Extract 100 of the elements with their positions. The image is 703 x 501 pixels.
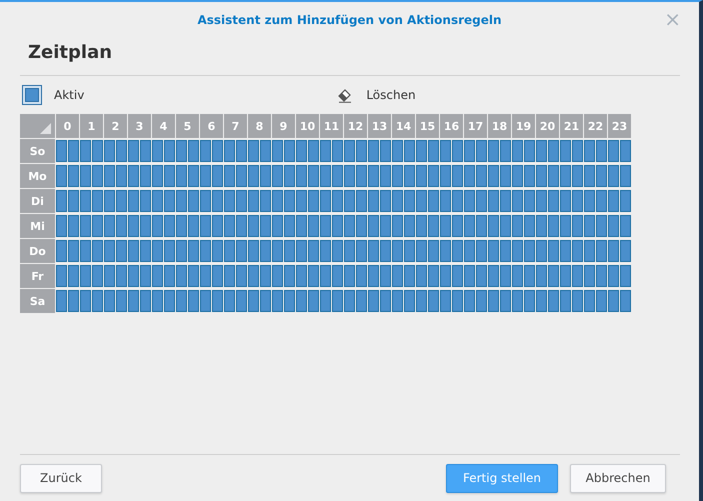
- time-slot[interactable]: [488, 265, 499, 287]
- time-slot[interactable]: [104, 290, 115, 312]
- time-slot[interactable]: [572, 215, 583, 237]
- time-slot[interactable]: [596, 265, 607, 287]
- time-slot[interactable]: [464, 140, 475, 162]
- time-slot[interactable]: [548, 215, 559, 237]
- time-slot[interactable]: [548, 190, 559, 212]
- hour-header[interactable]: 10: [296, 114, 319, 138]
- time-slot[interactable]: [188, 165, 199, 187]
- time-slot[interactable]: [56, 165, 67, 187]
- time-slot[interactable]: [308, 215, 319, 237]
- time-slot[interactable]: [392, 240, 403, 262]
- time-slot[interactable]: [584, 265, 595, 287]
- time-slot[interactable]: [524, 190, 535, 212]
- time-slot[interactable]: [620, 165, 631, 187]
- time-slot[interactable]: [572, 240, 583, 262]
- time-slot[interactable]: [188, 140, 199, 162]
- time-slot[interactable]: [188, 190, 199, 212]
- hour-header[interactable]: 13: [368, 114, 391, 138]
- time-slot[interactable]: [212, 240, 223, 262]
- time-slot[interactable]: [500, 290, 511, 312]
- time-slot[interactable]: [452, 140, 463, 162]
- time-slot[interactable]: [380, 140, 391, 162]
- time-slot[interactable]: [56, 190, 67, 212]
- time-slot[interactable]: [248, 140, 259, 162]
- time-slot[interactable]: [524, 290, 535, 312]
- time-slot[interactable]: [548, 265, 559, 287]
- time-slot[interactable]: [404, 240, 415, 262]
- time-slot[interactable]: [308, 165, 319, 187]
- time-slot[interactable]: [248, 290, 259, 312]
- time-slot[interactable]: [476, 190, 487, 212]
- time-slot[interactable]: [140, 290, 151, 312]
- time-slot[interactable]: [224, 165, 235, 187]
- corner-header[interactable]: [20, 114, 55, 138]
- time-slot[interactable]: [308, 140, 319, 162]
- time-slot[interactable]: [476, 290, 487, 312]
- time-slot[interactable]: [524, 140, 535, 162]
- time-slot[interactable]: [164, 240, 175, 262]
- time-slot[interactable]: [200, 240, 211, 262]
- time-slot[interactable]: [116, 215, 127, 237]
- time-slot[interactable]: [224, 240, 235, 262]
- time-slot[interactable]: [488, 240, 499, 262]
- time-slot[interactable]: [284, 190, 295, 212]
- time-slot[interactable]: [284, 215, 295, 237]
- time-slot[interactable]: [332, 240, 343, 262]
- time-slot[interactable]: [572, 165, 583, 187]
- time-slot[interactable]: [176, 290, 187, 312]
- time-slot[interactable]: [308, 265, 319, 287]
- time-slot[interactable]: [212, 215, 223, 237]
- time-slot[interactable]: [548, 140, 559, 162]
- time-slot[interactable]: [116, 265, 127, 287]
- time-slot[interactable]: [296, 165, 307, 187]
- time-slot[interactable]: [224, 190, 235, 212]
- time-slot[interactable]: [152, 165, 163, 187]
- time-slot[interactable]: [464, 265, 475, 287]
- hour-header[interactable]: 21: [560, 114, 583, 138]
- day-header[interactable]: Mo: [20, 164, 55, 188]
- time-slot[interactable]: [344, 240, 355, 262]
- time-slot[interactable]: [80, 265, 91, 287]
- hour-header[interactable]: 17: [464, 114, 487, 138]
- time-slot[interactable]: [356, 165, 367, 187]
- time-slot[interactable]: [332, 290, 343, 312]
- time-slot[interactable]: [80, 240, 91, 262]
- time-slot[interactable]: [488, 290, 499, 312]
- time-slot[interactable]: [368, 165, 379, 187]
- day-header[interactable]: Do: [20, 239, 55, 263]
- time-slot[interactable]: [548, 240, 559, 262]
- time-slot[interactable]: [572, 190, 583, 212]
- time-slot[interactable]: [152, 140, 163, 162]
- time-slot[interactable]: [476, 215, 487, 237]
- time-slot[interactable]: [368, 265, 379, 287]
- time-slot[interactable]: [236, 240, 247, 262]
- time-slot[interactable]: [92, 265, 103, 287]
- day-header[interactable]: Mi: [20, 214, 55, 238]
- time-slot[interactable]: [392, 140, 403, 162]
- time-slot[interactable]: [452, 165, 463, 187]
- time-slot[interactable]: [560, 215, 571, 237]
- hour-header[interactable]: 18: [488, 114, 511, 138]
- time-slot[interactable]: [380, 265, 391, 287]
- time-slot[interactable]: [608, 190, 619, 212]
- time-slot[interactable]: [560, 290, 571, 312]
- time-slot[interactable]: [116, 190, 127, 212]
- time-slot[interactable]: [92, 140, 103, 162]
- time-slot[interactable]: [500, 140, 511, 162]
- hour-header[interactable]: 6: [200, 114, 223, 138]
- hour-header[interactable]: 0: [56, 114, 79, 138]
- time-slot[interactable]: [284, 290, 295, 312]
- time-slot[interactable]: [416, 165, 427, 187]
- time-slot[interactable]: [488, 140, 499, 162]
- time-slot[interactable]: [212, 190, 223, 212]
- time-slot[interactable]: [56, 140, 67, 162]
- time-slot[interactable]: [248, 215, 259, 237]
- time-slot[interactable]: [596, 240, 607, 262]
- time-slot[interactable]: [92, 165, 103, 187]
- time-slot[interactable]: [572, 290, 583, 312]
- time-slot[interactable]: [524, 165, 535, 187]
- time-slot[interactable]: [404, 290, 415, 312]
- time-slot[interactable]: [500, 190, 511, 212]
- hour-header[interactable]: 1: [80, 114, 103, 138]
- time-slot[interactable]: [512, 240, 523, 262]
